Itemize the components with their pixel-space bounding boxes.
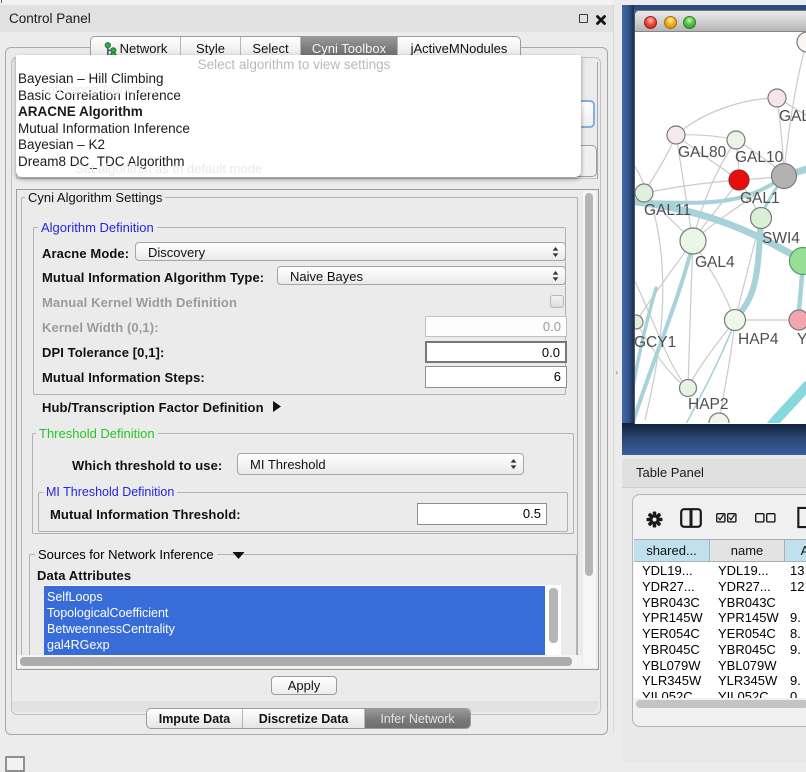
svg-text:SWI4: SWI4 bbox=[762, 230, 800, 247]
svg-text:HAP2: HAP2 bbox=[688, 396, 729, 413]
svg-text:HAP4: HAP4 bbox=[738, 331, 779, 348]
svg-text:Y: Y bbox=[797, 331, 806, 348]
svg-text:GAL80: GAL80 bbox=[678, 144, 727, 161]
svg-text:GAL4: GAL4 bbox=[695, 254, 735, 271]
svg-text:GAL11: GAL11 bbox=[644, 202, 691, 219]
svg-text:GCY1: GCY1 bbox=[635, 334, 676, 351]
svg-text:GAL10: GAL10 bbox=[735, 149, 784, 166]
svg-text:GAL1: GAL1 bbox=[740, 190, 780, 207]
svg-text:GAL: GAL bbox=[779, 108, 806, 125]
